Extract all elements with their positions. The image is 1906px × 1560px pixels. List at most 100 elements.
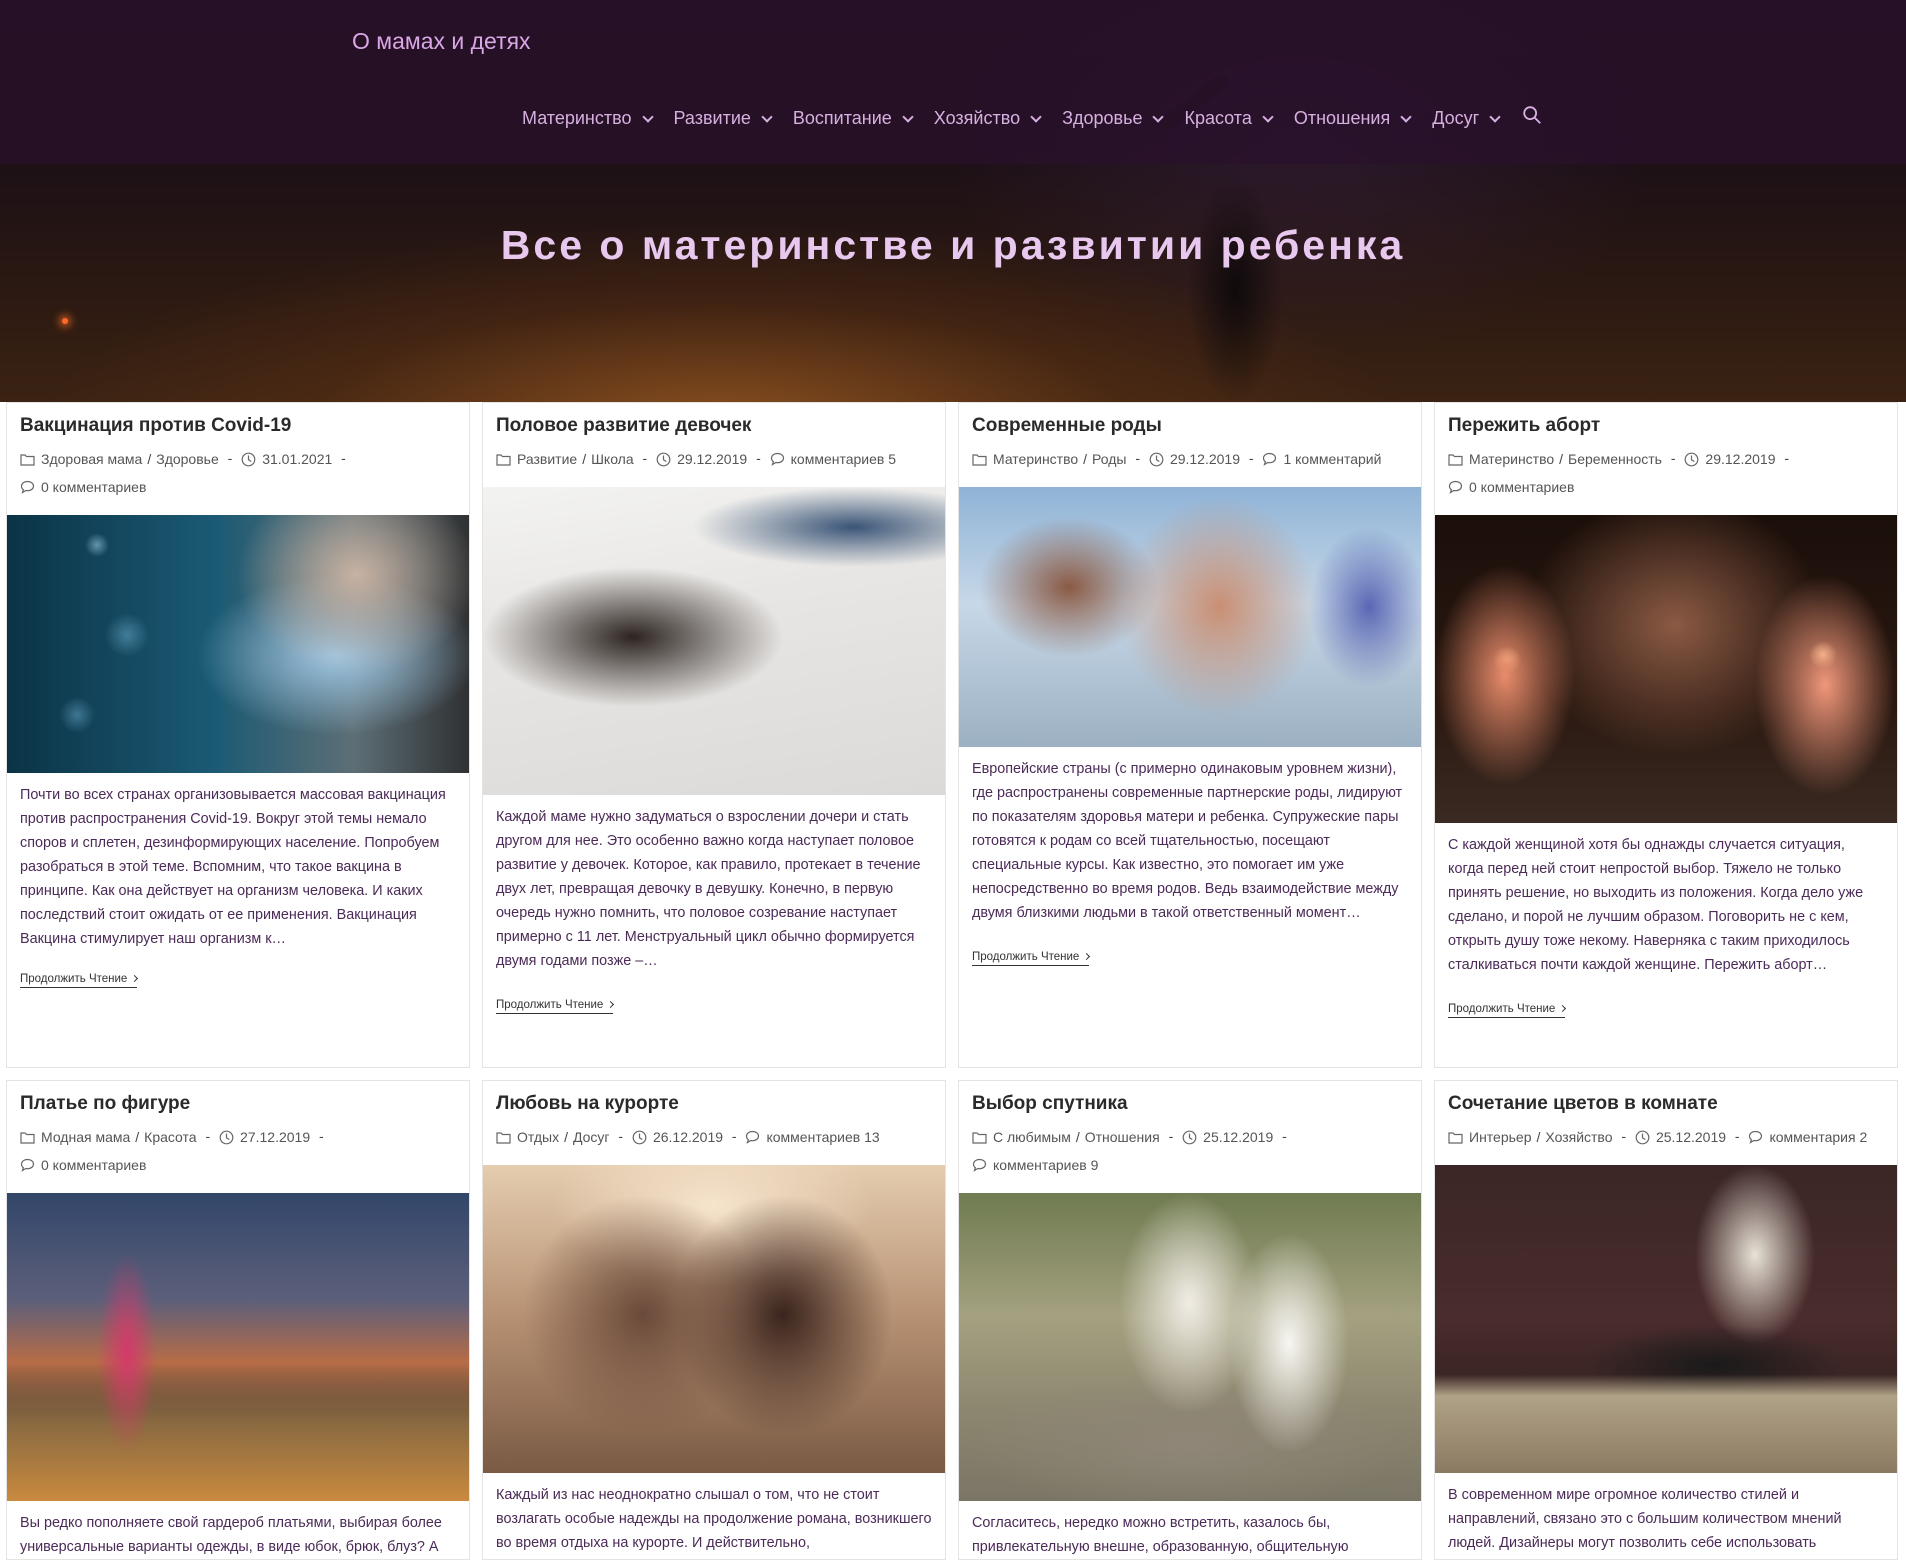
post-thumbnail[interactable] bbox=[1435, 1164, 1897, 1473]
post-comments-link[interactable]: 0 комментариев bbox=[41, 1152, 146, 1179]
folder-icon bbox=[496, 1131, 511, 1144]
read-more-label: Продолжить Чтение bbox=[496, 998, 604, 1011]
nav-item-label: Красота bbox=[1184, 108, 1252, 128]
post-category-link[interactable]: Модная мама bbox=[41, 1124, 130, 1151]
post-thumbnail[interactable] bbox=[959, 1192, 1421, 1501]
read-more-link[interactable]: Продолжить Чтение bbox=[972, 951, 1091, 966]
post-meta: Материнство / Беременность - 29.12.2019 - … bbox=[1448, 445, 1884, 501]
post-category-link[interactable]: Роды bbox=[1092, 446, 1126, 473]
post-excerpt: Согласитесь, нередко можно встретить, ка… bbox=[972, 1514, 1349, 1555]
nav-item-label: Хозяйство bbox=[933, 108, 1021, 128]
post-category-link[interactable]: Красота bbox=[144, 1124, 196, 1151]
post-date: 25.12.2019 bbox=[1655, 1128, 1727, 1145]
post-category-link[interactable]: Отношения bbox=[1085, 1124, 1160, 1151]
nav-item-label: Развитие bbox=[673, 108, 751, 128]
search-button[interactable] bbox=[1521, 104, 1545, 128]
nav-item-krasota[interactable]: Красота bbox=[1184, 108, 1274, 129]
post-category-link[interactable]: Беременность bbox=[1568, 446, 1662, 473]
post-date: 26.12.2019 bbox=[652, 1128, 724, 1145]
chevron-down-icon bbox=[1489, 110, 1501, 123]
post-comments-link[interactable]: 1 комментарий bbox=[1283, 446, 1381, 473]
read-more-label: Продолжить Чтение bbox=[1448, 1002, 1556, 1015]
nav-item-vospitanie[interactable]: Воспитание bbox=[792, 108, 914, 129]
post-meta: Материнство / Роды - 29.12.2019 - 1 коммен… bbox=[972, 445, 1408, 473]
post-category-link[interactable]: Отдых bbox=[517, 1124, 559, 1151]
post-thumbnail[interactable] bbox=[7, 1192, 469, 1501]
post-thumbnail[interactable] bbox=[1435, 514, 1897, 823]
nav-item-hozyaystvo[interactable]: Хозяйство bbox=[933, 108, 1042, 129]
post-title[interactable]: Современные роды bbox=[972, 413, 1408, 439]
site-logo-title[interactable]: О мамах и детях bbox=[352, 28, 531, 55]
chevron-down-icon bbox=[761, 110, 773, 123]
post-comments-link[interactable]: комментариев 5 bbox=[791, 446, 896, 473]
post-category-link[interactable]: Интерьер bbox=[1469, 1124, 1532, 1151]
clock-icon bbox=[1635, 1130, 1650, 1145]
chevron-down-icon bbox=[902, 110, 914, 123]
nav-item-zdorovie[interactable]: Здоровье bbox=[1062, 108, 1165, 129]
post-title[interactable]: Любовь на курорте bbox=[496, 1091, 932, 1117]
post-category-link[interactable]: С любимым bbox=[993, 1124, 1071, 1151]
post-category-link[interactable]: Развитие bbox=[517, 446, 577, 473]
post-category-link[interactable]: Досуг bbox=[573, 1124, 610, 1151]
post-card: Сочетание цветов в комнате Интерьер / Хозя… bbox=[1434, 1080, 1898, 1560]
folder-icon bbox=[1448, 453, 1463, 466]
chevron-right-icon bbox=[607, 1000, 615, 1008]
post-card: Пережить аборт Материнство / Беременность … bbox=[1434, 402, 1898, 1068]
post-meta: Развитие / Школа - 29.12.2019 - комментари… bbox=[496, 445, 932, 473]
nav-item-materinstvo[interactable]: Материнство bbox=[522, 108, 654, 129]
post-meta: Модная мама / Красота - 27.12.2019 - 0 ком… bbox=[20, 1123, 456, 1179]
post-title[interactable]: Вакцинация против Covid-19 bbox=[20, 413, 456, 439]
nav-item-dosug[interactable]: Досуг bbox=[1432, 108, 1501, 129]
comment-icon bbox=[1448, 480, 1463, 494]
nav-item-label: Здоровье bbox=[1062, 108, 1143, 128]
post-excerpt: Вы редко пополняете свой гардероб платья… bbox=[20, 1514, 442, 1555]
post-card: Современные роды Материнство / Роды - 29.1… bbox=[958, 402, 1422, 1068]
post-title[interactable]: Выбор спутника bbox=[972, 1091, 1408, 1117]
post-comments-link[interactable]: комментариев 9 bbox=[993, 1152, 1098, 1179]
read-more-link[interactable]: Продолжить Чтение bbox=[1448, 1002, 1567, 1018]
post-date: 31.01.2021 bbox=[262, 450, 333, 467]
post-date: 27.12.2019 bbox=[240, 1128, 311, 1145]
clock-icon bbox=[1684, 452, 1699, 467]
post-comments-link[interactable]: комментария 2 bbox=[1769, 1124, 1867, 1151]
post-category-link[interactable]: Здоровье bbox=[156, 446, 219, 473]
post-title[interactable]: Платье по фигуре bbox=[20, 1091, 456, 1117]
post-card: Половое развитие девочек Развитие / Школа … bbox=[482, 402, 946, 1068]
clock-icon bbox=[241, 452, 256, 467]
post-title[interactable]: Сочетание цветов в комнате bbox=[1448, 1091, 1884, 1117]
read-more-label: Продолжить Чтение bbox=[20, 972, 128, 985]
post-title[interactable]: Пережить аборт bbox=[1448, 413, 1884, 439]
comment-icon bbox=[20, 1158, 35, 1172]
folder-icon bbox=[20, 453, 35, 466]
clock-icon bbox=[219, 1130, 234, 1145]
post-thumbnail[interactable] bbox=[7, 514, 469, 773]
post-category-link[interactable]: Здоровая мама bbox=[41, 446, 142, 473]
nav-item-razvitie[interactable]: Развитие bbox=[673, 108, 773, 129]
post-category-link[interactable]: Школа bbox=[591, 446, 634, 473]
post-meta: С любимым / Отношения - 25.12.2019 - комме… bbox=[972, 1123, 1408, 1179]
post-title[interactable]: Половое развитие девочек bbox=[496, 413, 932, 439]
post-excerpt: Почти во всех странах организовывается м… bbox=[20, 786, 446, 947]
nav-item-label: Отношения bbox=[1293, 108, 1391, 128]
post-category-link[interactable]: Материнство bbox=[993, 446, 1078, 473]
post-comments-link[interactable]: 0 комментариев bbox=[1469, 474, 1574, 501]
post-comments-link[interactable]: комментариев 13 bbox=[766, 1124, 879, 1151]
chevron-right-icon bbox=[1559, 1004, 1567, 1012]
post-thumbnail[interactable] bbox=[483, 1164, 945, 1473]
search-icon bbox=[1521, 105, 1543, 130]
nav-item-label: Воспитание bbox=[792, 108, 892, 128]
post-thumbnail[interactable] bbox=[483, 486, 945, 795]
post-category-link[interactable]: Хозяйство bbox=[1545, 1124, 1612, 1151]
read-more-link[interactable]: Продолжить Чтение bbox=[496, 998, 615, 1014]
post-thumbnail[interactable] bbox=[959, 486, 1421, 747]
nav-item-label: Досуг bbox=[1432, 108, 1480, 128]
post-date: 29.12.2019 bbox=[1705, 450, 1776, 467]
post-category-link[interactable]: Материнство bbox=[1469, 446, 1554, 473]
post-comments-link[interactable]: 0 комментариев bbox=[41, 474, 146, 501]
read-more-link[interactable]: Продолжить Чтение bbox=[20, 972, 139, 988]
clock-icon bbox=[1149, 452, 1164, 467]
chevron-down-icon bbox=[1262, 110, 1274, 123]
nav-item-otnosheniya[interactable]: Отношения bbox=[1293, 108, 1412, 129]
post-meta: Интерьер / Хозяйство - 25.12.2019 - коммен… bbox=[1448, 1123, 1884, 1151]
post-card: Любовь на курорте Отдых / Досуг - 26.12.20… bbox=[482, 1080, 946, 1560]
